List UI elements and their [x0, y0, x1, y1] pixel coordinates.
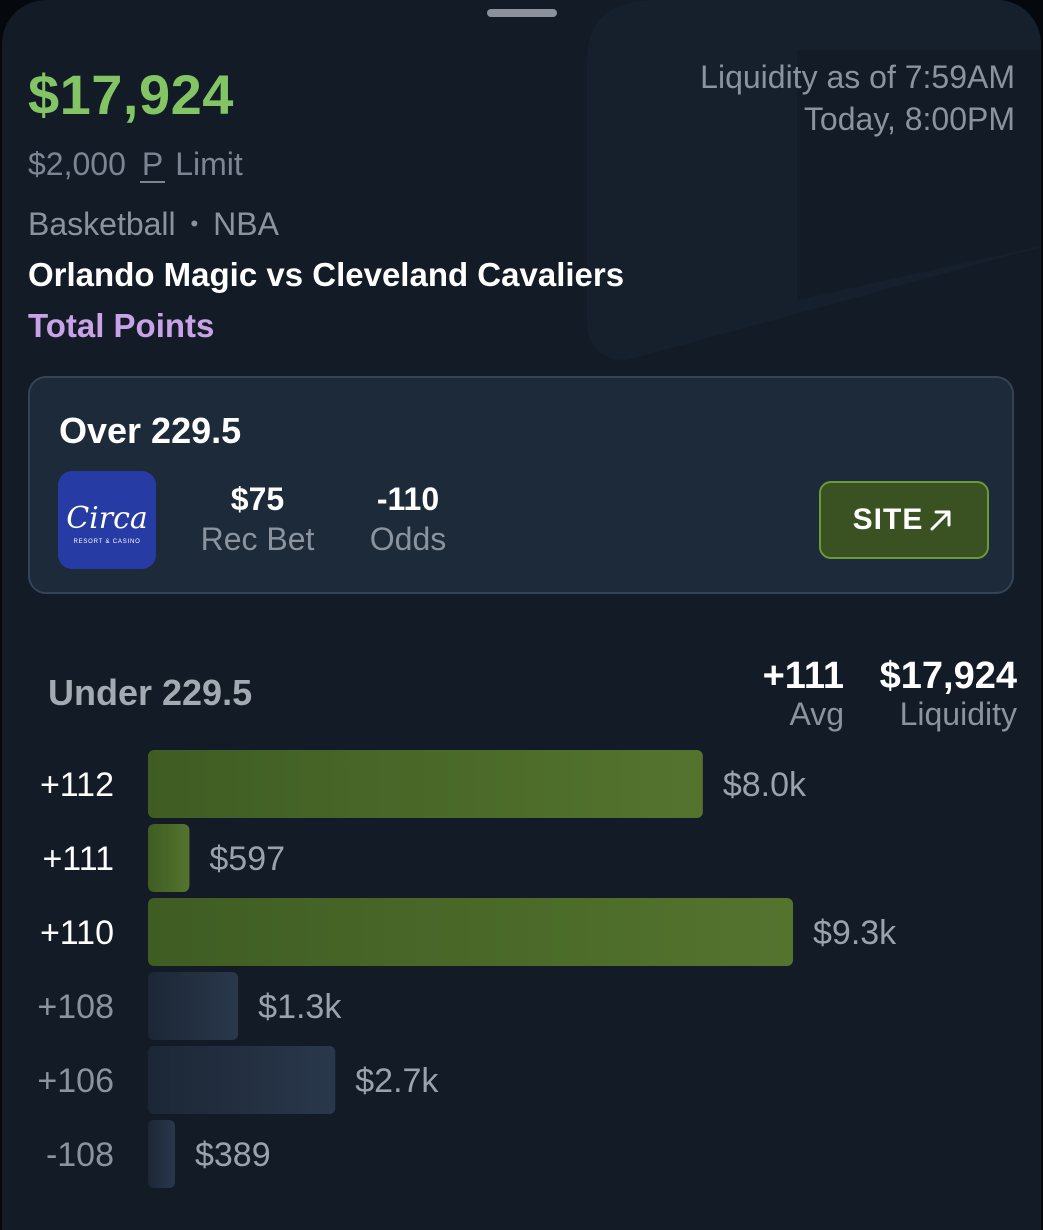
bar-odds-label: +106 [37, 1062, 114, 1100]
site-button-label: SITE [852, 503, 924, 536]
odds-label: Odds [369, 521, 447, 557]
market-label[interactable]: Total Points [28, 307, 214, 345]
liquidity-as-of: Liquidity as of 7:59AM [700, 59, 1015, 95]
liquidity-bar[interactable] [148, 1120, 175, 1188]
bar-value-label: $389 [195, 1136, 271, 1174]
liquidity-bar[interactable] [148, 972, 239, 1040]
liquidity-bar[interactable] [148, 1046, 336, 1114]
bar-value-label: $597 [209, 840, 285, 878]
bar-value-label: $9.3k [813, 914, 897, 952]
bar-odds-label: +111 [42, 840, 114, 878]
under-liquidity-value: $17,924 [879, 655, 1017, 697]
sport-league: Basketball • NBA [28, 206, 279, 243]
bar-value-label: $1.3k [258, 988, 342, 1026]
league-label: NBA [213, 206, 279, 242]
liquidity-bar-chart: +112 $8.0k +111 $597 +110 $9.3k +108 $1.3k +106 $… [37, 750, 897, 1188]
bar-value-label: $8.0k [723, 766, 807, 804]
bar-odds-label: +110 [40, 914, 114, 952]
limit-row: $2,000 P Limit [28, 146, 243, 183]
rec-bet-stat: $75 Rec Bet [190, 480, 325, 560]
logo-subtext: RESORT & CASINO [73, 539, 140, 545]
liquidity-timestamp: Liquidity as of 7:59AM Today, 8:00PM [700, 56, 1015, 140]
rec-bet-label: Rec Bet [200, 521, 315, 557]
limit-label: Limit [175, 146, 243, 182]
limit-amount: $2,000 [28, 146, 126, 182]
bet-title: Over 229.5 [59, 410, 242, 451]
bar-odds-label: +112 [40, 766, 114, 804]
bar-odds-label: -108 [46, 1136, 114, 1174]
odds-stat: -110 Odds [358, 480, 458, 560]
over-bet-card: Over 229.5 Circa RESORT & CASINO $75 Rec… [28, 376, 1014, 594]
game-time: Today, 8:00PM [803, 101, 1015, 137]
rec-bet-value: $75 [230, 481, 285, 517]
matchup-title: Orlando Magic vs Cleveland Cavaliers [28, 256, 625, 293]
logo-wordmark: Circa [66, 501, 148, 536]
avg-value: +111 [762, 655, 844, 697]
avg-label: Avg [789, 696, 844, 732]
liquidity-bar[interactable] [148, 898, 793, 966]
odds-value: -110 [376, 481, 440, 517]
liquidity-bar[interactable] [148, 750, 703, 818]
brand-watermark-icon [587, 0, 1041, 360]
sport-label: Basketball [28, 206, 176, 242]
liquidity-bar[interactable] [148, 824, 190, 892]
bottom-sheet: $17,924 Liquidity as of 7:59AM Today, 8:… [2, 0, 1041, 1230]
separator-dot: • [190, 211, 199, 236]
site-button[interactable]: SITE [819, 481, 989, 559]
liquidity-amount: $17,924 [28, 63, 234, 126]
bar-odds-label: +108 [37, 988, 114, 1026]
arrow-up-right-icon [930, 510, 951, 531]
liquidity-summary: $17,924 Liquidity [880, 656, 1017, 732]
under-liquidity-label: Liquidity [899, 696, 1017, 732]
limit-p-icon: P [139, 145, 166, 183]
circa-book-logo: Circa RESORT & CASINO [58, 471, 156, 569]
avg-summary: +111 Avg [763, 656, 844, 732]
bar-value-label: $2.7k [355, 1062, 439, 1100]
circa-logo-icon: Circa RESORT & CASINO [66, 501, 148, 545]
under-title: Under 229.5 [48, 672, 253, 713]
sheet-grabber[interactable] [487, 9, 557, 17]
